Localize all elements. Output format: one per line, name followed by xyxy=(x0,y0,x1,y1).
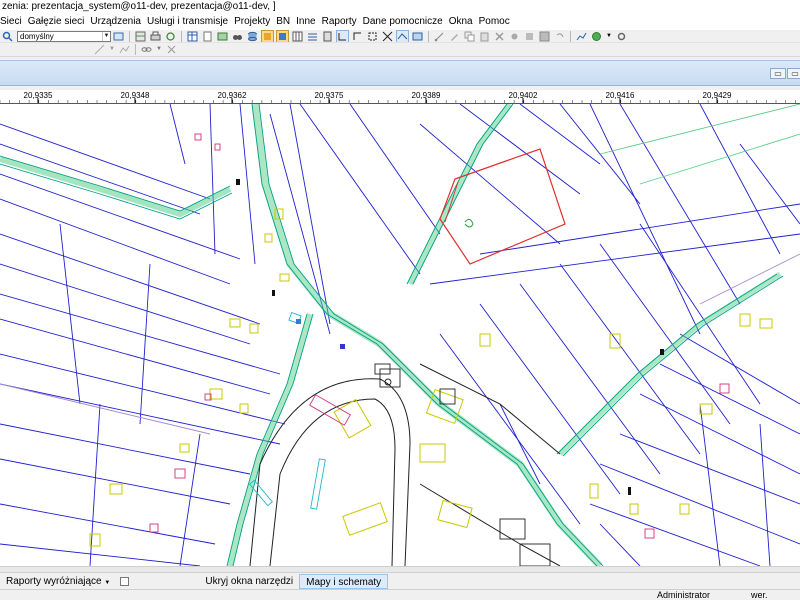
select-tool-icon[interactable] xyxy=(336,30,349,42)
ruler-ticks: 20,9335 20,9348 20,9362 20,9375 20,9389 20,94… xyxy=(0,91,796,103)
bottom-tab-bar: Raporty wyróżniające ▼ Ukryj okna narzęd… xyxy=(0,572,800,589)
polyline-icon[interactable] xyxy=(119,44,130,55)
main-toolbar: domyślny ▼ ▼ xyxy=(0,30,800,43)
map-window-header: ▭ ▭ xyxy=(0,60,800,86)
zoom-search-icon[interactable] xyxy=(2,31,13,42)
delete-icon[interactable] xyxy=(494,31,505,42)
settings-icon[interactable] xyxy=(616,31,627,42)
save-icon[interactable] xyxy=(539,31,550,42)
print-icon[interactable] xyxy=(150,31,161,42)
sports-track xyxy=(249,363,561,566)
list-icon[interactable] xyxy=(307,31,318,42)
zoom-extent-icon[interactable] xyxy=(382,31,393,42)
menu-sieci[interactable]: Sieci xyxy=(0,14,25,30)
menu-galezie-sieci[interactable]: Gałęzie sieci xyxy=(25,14,88,30)
chevron-down-icon[interactable]: ▼ xyxy=(109,44,115,55)
chevron-down-icon[interactable]: ▼ xyxy=(156,44,162,55)
table-icon[interactable] xyxy=(187,31,198,42)
map-layer-icon[interactable] xyxy=(412,31,423,42)
copy-icon[interactable] xyxy=(464,31,475,42)
chevron-down-icon[interactable]: ▼ xyxy=(102,31,110,41)
tab-mapy-i-schematy[interactable]: Mapy i schematy xyxy=(299,573,389,589)
menu-okna[interactable]: Okna xyxy=(446,14,476,30)
status-version: wer. 10.6.2.51 xyxy=(751,590,768,600)
reports-checkbox[interactable] xyxy=(120,576,130,586)
binoculars-icon[interactable] xyxy=(232,31,243,42)
link-icon[interactable] xyxy=(141,44,152,55)
coordinate-ruler: 20,9335 20,9348 20,9362 20,9375 20,9389 20,94… xyxy=(0,90,800,104)
chevron-down-icon[interactable]: ▼ xyxy=(606,31,612,42)
refresh-icon[interactable] xyxy=(165,31,176,42)
chevron-down-icon[interactable]: ▼ xyxy=(104,580,110,586)
menu-raporty[interactable]: Raporty xyxy=(319,14,360,30)
tab-raporty-label: Raporty wyróżniające xyxy=(6,575,102,587)
layers-icon[interactable] xyxy=(113,31,124,42)
road-corridors xyxy=(0,104,800,566)
merge-icon[interactable] xyxy=(166,44,177,55)
route-icon[interactable] xyxy=(576,31,587,42)
menu-dane-pomocnicze[interactable]: Dane pomocnicze xyxy=(360,14,446,30)
map-drawing[interactable] xyxy=(0,104,800,566)
menu-bar: Sieci Gałęzie sieci Urządzenia Usługi i … xyxy=(0,14,800,30)
status-user: Administrator xyxy=(657,590,711,600)
extent-icon[interactable] xyxy=(367,31,378,42)
pencil-icon[interactable] xyxy=(449,31,460,42)
green-marker xyxy=(464,218,474,228)
menu-uslugi-i-transmisje[interactable]: Usługi i transmisje xyxy=(144,14,231,30)
application-window: zenia: prezentacja_system@o11-dev, preze… xyxy=(0,0,800,600)
restore-button[interactable]: ▭ xyxy=(787,68,800,79)
stop-icon[interactable] xyxy=(524,31,535,42)
database-icon[interactable] xyxy=(247,31,258,42)
calculator-icon[interactable] xyxy=(322,31,333,42)
paste-icon[interactable] xyxy=(479,31,490,42)
tab-ukryj-okna-narzedzi[interactable]: Ukryj okna narzędzi xyxy=(199,574,299,589)
style-select[interactable]: domyślny ▼ xyxy=(17,30,111,42)
tab-raporty-wyrozniajace[interactable]: Raporty wyróżniające ▼ xyxy=(0,574,116,589)
menu-projekty[interactable]: Projekty xyxy=(231,14,273,30)
globe-icon[interactable] xyxy=(591,31,602,42)
measure-icon[interactable] xyxy=(396,30,409,42)
selected-parcel[interactable] xyxy=(439,148,566,265)
image-icon[interactable] xyxy=(217,31,228,42)
secondary-toolbar: ▼ ▼ xyxy=(0,43,800,57)
window-title: zenia: prezentacja_system@o11-dev, preze… xyxy=(0,0,800,14)
point-icon[interactable] xyxy=(509,31,520,42)
minimize-button[interactable]: ▭ xyxy=(770,68,786,79)
grid-icon[interactable] xyxy=(292,31,303,42)
draw-line-icon[interactable] xyxy=(94,44,105,55)
select-area-icon[interactable] xyxy=(352,31,363,42)
highlight-active-icon[interactable] xyxy=(261,30,274,42)
map-view-icon[interactable] xyxy=(135,31,146,42)
status-bar: Administrator wer. 10.6.2.51 xyxy=(0,589,800,600)
buildings xyxy=(89,208,773,547)
buildings-marked xyxy=(149,133,730,539)
parcel-lines-right xyxy=(299,104,800,566)
document-icon[interactable] xyxy=(202,31,213,42)
grid-active-icon[interactable] xyxy=(276,30,289,42)
map-canvas[interactable] xyxy=(0,104,800,566)
menu-bn[interactable]: BN xyxy=(273,14,293,30)
style-select-value: domyślny xyxy=(20,31,54,41)
menu-inne[interactable]: Inne xyxy=(293,14,318,30)
menu-urzadzenia[interactable]: Urządzenia xyxy=(87,14,144,30)
edit-vertex-icon[interactable] xyxy=(434,31,445,42)
menu-pomoc[interactable]: Pomoc xyxy=(476,14,513,30)
undo-icon[interactable] xyxy=(554,31,565,42)
cyan-objects xyxy=(249,311,326,510)
